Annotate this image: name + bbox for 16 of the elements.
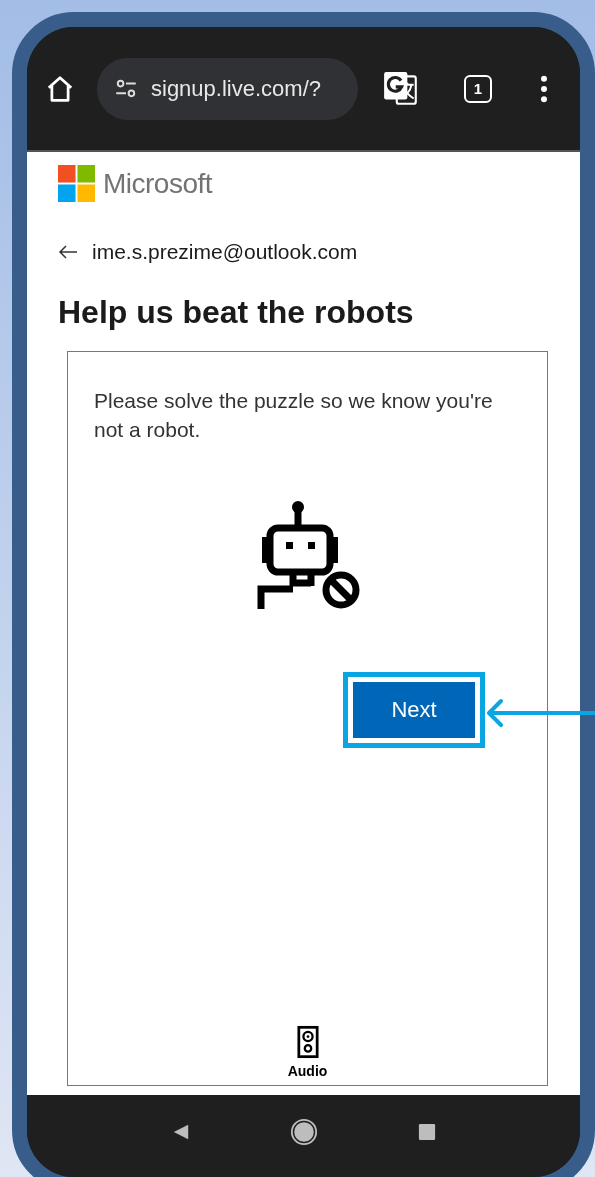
logo-icon xyxy=(58,165,95,202)
back-arrow-icon[interactable] xyxy=(58,245,78,259)
home-button-icon[interactable] xyxy=(289,1118,318,1146)
next-button[interactable]: Next xyxy=(353,682,475,738)
instructions-text: Please solve the puzzle so we know you're not a robot. xyxy=(94,388,494,443)
speaker-icon[interactable] xyxy=(296,1025,319,1059)
home-icon[interactable] xyxy=(45,73,75,104)
translate-icon[interactable] xyxy=(382,69,420,108)
brand-name: Microsoft xyxy=(103,167,213,200)
menu-icon[interactable] xyxy=(540,74,548,103)
recents-icon[interactable] xyxy=(417,1123,436,1141)
audio-link[interactable]: Audio xyxy=(287,1063,328,1079)
page-heading: Help us beat the robots xyxy=(58,294,415,331)
email-address: ime.s.prezime@outlook.com xyxy=(92,240,358,264)
address-bar[interactable]: signup.live.com/? xyxy=(97,57,358,120)
tab-count[interactable]: 1 xyxy=(464,74,492,103)
